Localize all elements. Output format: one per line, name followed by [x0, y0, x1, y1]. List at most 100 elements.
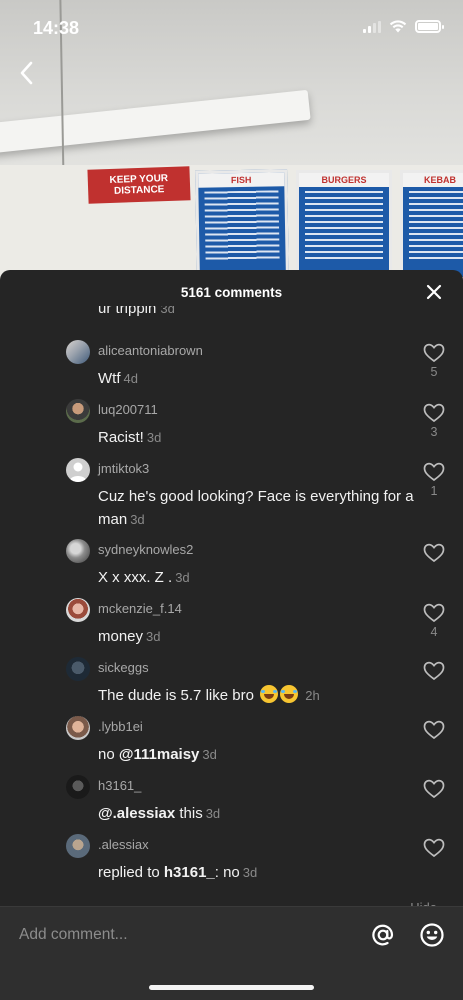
heart-outline-icon[interactable] [423, 343, 445, 363]
comment-body: The dude is 5.7 like bro [98, 687, 254, 704]
avatar[interactable] [66, 539, 90, 563]
heart-outline-icon[interactable] [423, 838, 445, 858]
wifi-icon [389, 20, 407, 33]
comment-text: Wtf 4d [98, 367, 414, 390]
comment-list[interactable]: ur trippin 3d aliceantoniabrown Wtf 4d 5 l… [0, 306, 463, 906]
comment-body: X x xxx. Z . [98, 569, 173, 586]
comment-body: money [98, 628, 144, 645]
comment-time: 3d [242, 865, 258, 880]
menu-board-header: FISH [198, 172, 285, 188]
emoji-icon[interactable] [419, 922, 445, 948]
status-time: 14:38 [33, 18, 80, 38]
comment-text: money 3d [98, 625, 414, 648]
like-control[interactable]: 5 [422, 343, 446, 379]
comment-body: Cuz he's good looking? Face is everythin… [98, 488, 414, 528]
like-control[interactable]: 3 [422, 403, 446, 439]
comment-prefix: no [98, 746, 119, 763]
comment-text: @.alessiax this 3d [98, 802, 414, 825]
mention-link[interactable]: h3161_ [164, 864, 215, 881]
comments-sheet: 5161 comments ur trippin 3d aliceantoniab… [0, 270, 463, 1000]
comment-text: The dude is 5.7 like bro 2h [98, 684, 414, 707]
partial-comment: ur trippin 3d [98, 306, 175, 317]
comment-suffix: this [175, 805, 203, 822]
comment-username[interactable]: sickeggs [98, 660, 149, 675]
home-indicator [149, 985, 314, 990]
heart-outline-icon[interactable] [423, 462, 445, 482]
comment-username[interactable]: sydneyknowles2 [98, 542, 193, 557]
comment-time: 2h [305, 688, 320, 703]
comment-composer: Add comment... [0, 906, 463, 1000]
comment-body: Wtf [98, 370, 121, 387]
comments-count-title: 5161 comments [180, 285, 283, 300]
menu-board-lines [305, 191, 383, 261]
heart-outline-icon[interactable] [423, 720, 445, 740]
comment-username[interactable]: aliceantoniabrown [98, 343, 203, 358]
like-control[interactable] [422, 661, 446, 681]
like-count: 4 [430, 625, 438, 639]
comment-time: 3d [146, 430, 162, 445]
mention-link[interactable]: @111maisy [119, 746, 200, 763]
comment-text: ur trippin [98, 306, 157, 317]
heart-outline-icon[interactable] [423, 779, 445, 799]
comment-username[interactable]: jmtiktok3 [98, 461, 149, 476]
comment-text: replied to h3161_: no 3d [98, 861, 414, 884]
comment-time: 4d [123, 371, 138, 386]
like-control[interactable] [422, 720, 446, 740]
comment-username[interactable]: h3161_ [98, 778, 141, 793]
comment-suffix: : no [214, 864, 240, 881]
menu-board-fish: FISH [195, 169, 289, 281]
avatar[interactable] [66, 340, 90, 364]
cellular-signal-icon [363, 20, 381, 33]
comment-text: no @111maisy 3d [98, 743, 414, 766]
comment-username[interactable]: mckenzie_f.14 [98, 601, 182, 616]
avatar[interactable] [66, 657, 90, 681]
heart-outline-icon[interactable] [423, 661, 445, 681]
menu-board-lines [409, 191, 463, 261]
close-icon[interactable] [425, 283, 443, 301]
menu-board-header: BURGERS [299, 173, 389, 187]
avatar[interactable] [66, 834, 90, 858]
like-control[interactable]: 1 [422, 462, 446, 498]
comment-time: 3d [202, 747, 217, 762]
status-icons [363, 20, 444, 33]
back-chevron-icon[interactable] [16, 60, 38, 86]
comment-time: 3d [175, 570, 190, 585]
battery-icon [415, 20, 444, 33]
comment-prefix: replied to [98, 864, 164, 881]
heart-outline-icon[interactable] [423, 543, 445, 563]
comment-time: 3d [146, 629, 161, 644]
like-count: 1 [430, 484, 438, 498]
menu-board-kebab: KEBAB [400, 170, 463, 280]
comment-time: 3d [130, 512, 145, 527]
keep-distance-sign: KEEP YOUR DISTANCE [87, 166, 191, 204]
like-control[interactable] [422, 543, 446, 563]
comment-username[interactable]: .alessiax [98, 837, 149, 852]
like-count: 3 [430, 425, 438, 439]
like-control[interactable] [422, 779, 446, 799]
menu-board-burgers: BURGERS [296, 170, 392, 280]
avatar[interactable] [66, 598, 90, 622]
menu-board-lines [204, 190, 280, 262]
comment-time: 3d [160, 306, 175, 316]
laughing-emoji-icon [280, 685, 299, 703]
comment-body: Racist! [98, 429, 144, 446]
comment-text: Cuz he's good looking? Face is everythin… [98, 485, 414, 531]
heart-outline-icon[interactable] [423, 603, 445, 623]
avatar[interactable] [66, 716, 90, 740]
avatar[interactable] [66, 775, 90, 799]
like-control[interactable]: 4 [422, 603, 446, 639]
video-background: KEEP YOUR DISTANCE FISH BURGERS KEBAB [0, 0, 463, 300]
comment-username[interactable]: .lybb1ei [98, 719, 143, 734]
comment-username[interactable]: luq200711 [98, 402, 158, 417]
avatar[interactable] [66, 399, 90, 423]
like-count: 5 [430, 365, 438, 379]
at-mention-icon[interactable] [370, 922, 396, 948]
like-control[interactable] [422, 838, 446, 858]
default-avatar-icon [69, 462, 87, 482]
comment-text: X x xxx. Z . 3d [98, 566, 414, 589]
comment-input[interactable]: Add comment... [19, 926, 128, 944]
mention-link[interactable]: @.alessiax [98, 805, 175, 822]
laughing-emoji-icon [260, 685, 279, 703]
heart-outline-icon[interactable] [423, 403, 445, 423]
avatar[interactable] [66, 458, 90, 482]
